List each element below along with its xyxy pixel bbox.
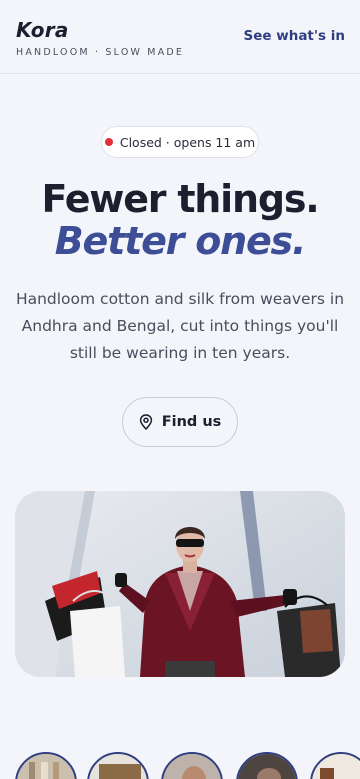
thumbnail-item[interactable] bbox=[236, 752, 298, 779]
site-header: Kora HANDLOOM · SLOW MADE See what's in bbox=[0, 0, 360, 74]
hero-headline: Fewer things. bbox=[41, 177, 320, 221]
thumbnail-item[interactable] bbox=[87, 752, 149, 779]
see-whats-in-link[interactable]: See what's in bbox=[244, 28, 346, 44]
category-thumbnails bbox=[0, 752, 360, 779]
hero-headline-accent: Better ones. bbox=[54, 219, 307, 263]
thumbnail-item[interactable] bbox=[161, 752, 223, 779]
hero-description: Handloom cotton and silk from weavers in… bbox=[15, 290, 345, 362]
status-dot-icon bbox=[104, 138, 113, 146]
find-us-button[interactable]: Find us bbox=[122, 397, 238, 447]
map-pin-icon bbox=[139, 414, 152, 430]
status-text: Closed · opens 11 am bbox=[119, 134, 256, 150]
find-us-label: Find us bbox=[161, 414, 222, 430]
thumbnail-item[interactable] bbox=[15, 752, 77, 779]
hero-photo bbox=[15, 491, 345, 677]
brand-tagline: HANDLOOM · SLOW MADE bbox=[16, 47, 185, 58]
thumbnail-item[interactable] bbox=[310, 752, 360, 779]
brand-logo[interactable]: Kora bbox=[16, 18, 69, 42]
store-status-badge: Closed · opens 11 am bbox=[101, 126, 259, 158]
